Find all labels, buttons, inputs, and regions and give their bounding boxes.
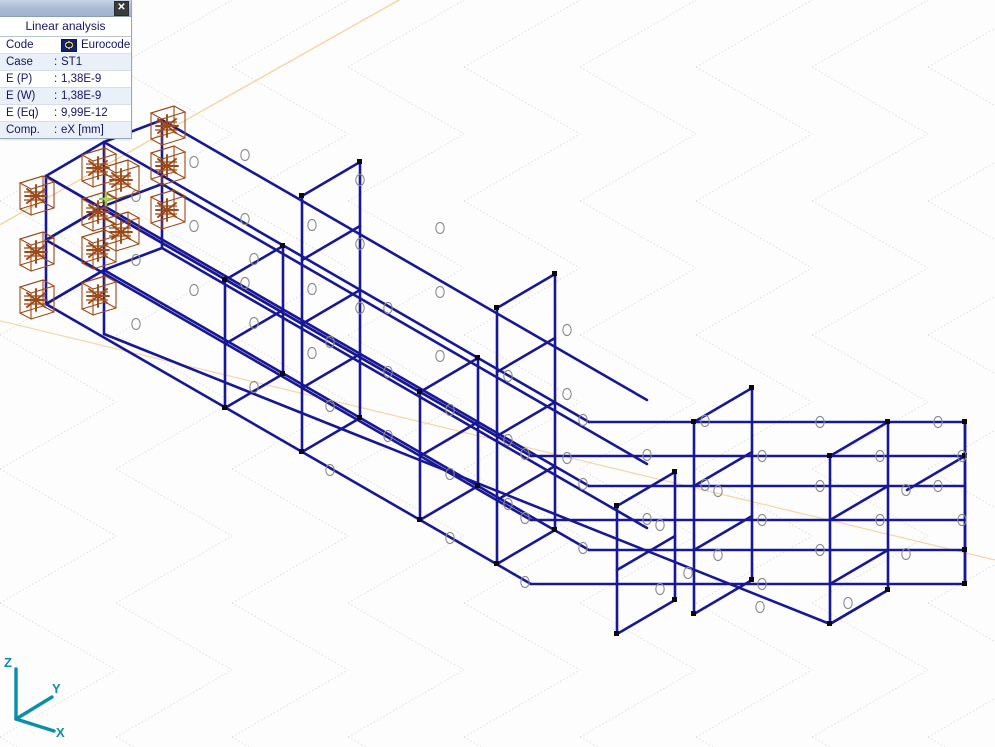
panel-row-separator: : bbox=[54, 107, 58, 119]
panel-row-value-text: ST1 bbox=[61, 56, 83, 68]
close-icon[interactable]: ✕ bbox=[114, 1, 129, 16]
panel-row-comp: Comp.: eX [mm] bbox=[0, 122, 131, 138]
panel-row-value-text: eX [mm] bbox=[61, 124, 104, 136]
panel-row-key: E (Eq) bbox=[6, 107, 39, 119]
axis-label-z: Z bbox=[4, 655, 12, 670]
panel-row-key: Case bbox=[6, 56, 33, 68]
panel-row-key: Comp. bbox=[6, 124, 40, 136]
panel-row-e-eq: E (Eq):9,99E-12 bbox=[0, 105, 131, 122]
panel-row-separator: : bbox=[54, 90, 58, 102]
panel-row-value: 1,38E-9 bbox=[61, 90, 101, 102]
panel-row-key: Code bbox=[6, 39, 34, 51]
panel-row-code: Code Eurocode bbox=[0, 37, 131, 54]
panel-titlebar[interactable]: ✕ bbox=[0, 0, 131, 17]
panel-row-value: 1,38E-9 bbox=[61, 73, 101, 85]
axis-triad: Z Y X bbox=[2, 647, 72, 740]
panel-row-value: eX [mm] bbox=[61, 124, 104, 136]
panel-row-value-text: 1,38E-9 bbox=[61, 73, 102, 85]
panel-row-list: Code Eurocode Case: ST1 E (P):1,38E-9 E (W):1… bbox=[0, 37, 131, 138]
panel-row-value-text: Eurocode bbox=[81, 39, 131, 51]
panel-row-key: E (P) bbox=[6, 73, 33, 85]
panel-row-key: E (W) bbox=[6, 90, 36, 102]
panel-row-separator: : bbox=[54, 56, 58, 68]
panel-row-value-text: 9,99E-12 bbox=[61, 107, 108, 119]
panel-title: Linear analysis bbox=[0, 17, 131, 37]
panel-row-value: Eurocode bbox=[61, 38, 131, 52]
panel-row-value-text: 1,38E-9 bbox=[61, 90, 102, 102]
linear-analysis-info-panel[interactable]: ✕ Linear analysis Code Eurocode Case: ST1 E … bbox=[0, 0, 132, 139]
panel-row-case: Case: ST1 bbox=[0, 54, 131, 71]
panel-row-separator: : bbox=[54, 124, 58, 136]
panel-row-e-w: E (W):1,38E-9 bbox=[0, 88, 131, 105]
panel-row-value: ST1 bbox=[61, 56, 82, 68]
model-viewport[interactable] bbox=[0, 0, 995, 747]
axis-label-y: Y bbox=[52, 681, 61, 696]
panel-row-value: 9,99E-12 bbox=[61, 107, 108, 119]
panel-row-e-p: E (P):1,38E-9 bbox=[0, 71, 131, 88]
axis-label-x: X bbox=[56, 725, 65, 737]
model-canvas[interactable] bbox=[0, 0, 995, 747]
eu-flag-icon bbox=[61, 38, 77, 52]
panel-row-separator: : bbox=[54, 73, 58, 85]
application-window: Z Y X ✕ Linear analysis Code Eurocode Case… bbox=[0, 0, 995, 747]
